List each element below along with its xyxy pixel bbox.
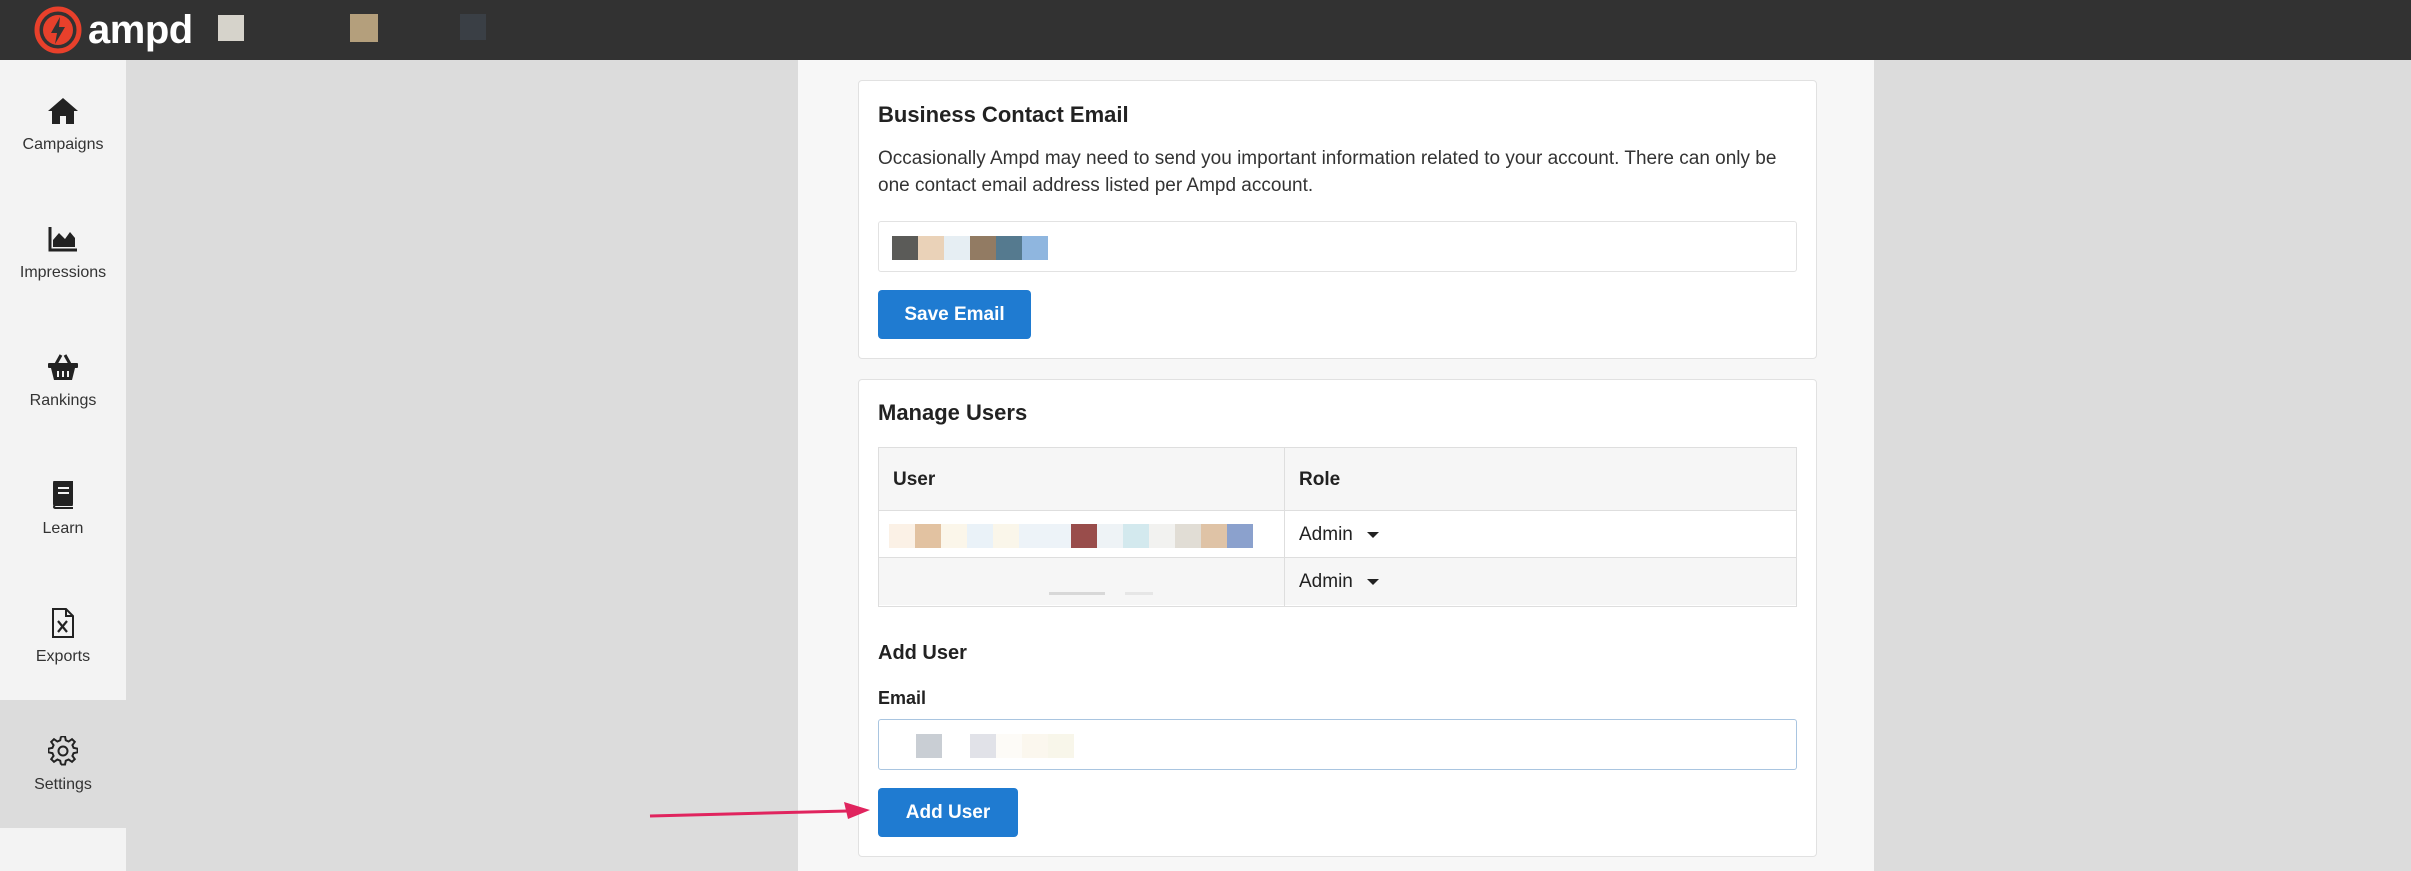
caret-down-icon [1366, 532, 1379, 538]
redacted-user-email [889, 571, 1153, 595]
sidebar: Campaigns Impressions Rankings Learn Exp… [0, 60, 126, 871]
contact-email-input[interactable] [878, 221, 1797, 272]
redacted-account-name [218, 15, 244, 41]
sidebar-item-campaigns[interactable]: Campaigns [0, 60, 126, 188]
role-value: Admin [1299, 571, 1353, 592]
add-user-email-input[interactable] [878, 719, 1797, 770]
annotation-arrow-icon [649, 802, 870, 819]
redacted-account-name [460, 14, 486, 40]
role-value: Admin [1299, 524, 1353, 545]
table-row: Admin [879, 511, 1796, 558]
users-table: User Role Admin Admin [878, 447, 1797, 607]
excel-file-icon [46, 606, 80, 640]
add-user-title: Add User [878, 642, 967, 664]
role-dropdown[interactable]: Admin [1299, 524, 1379, 546]
ampd-logo[interactable]: ampd [34, 5, 193, 55]
area-chart-icon [46, 222, 80, 256]
role-dropdown[interactable]: Admin [1299, 571, 1379, 593]
gear-icon [46, 734, 80, 768]
bolt-logo-icon [34, 6, 82, 54]
column-divider [1284, 448, 1285, 606]
manage-users-card: Manage Users User Role Admin Admin Add U… [858, 379, 1817, 857]
book-icon [46, 478, 80, 512]
card-title: Manage Users [878, 400, 1028, 425]
brand-name: ampd [88, 8, 193, 52]
basket-icon [46, 350, 80, 384]
redacted-account-name [350, 14, 378, 42]
redacted-user-email [889, 524, 1253, 548]
save-email-button[interactable]: Save Email [878, 290, 1031, 339]
add-user-button[interactable]: Add User [878, 788, 1018, 837]
email-label: Email [878, 688, 927, 708]
card-description: Occasionally Ampd may need to send you i… [878, 148, 1777, 196]
sidebar-item-exports[interactable]: Exports [0, 572, 126, 700]
business-contact-email-card: Business Contact Email Occasionally Ampd… [858, 80, 1817, 359]
table-header-row: User Role [879, 448, 1796, 511]
table-row: Admin [879, 558, 1796, 605]
sidebar-item-impressions[interactable]: Impressions [0, 188, 126, 316]
redacted-email-value [892, 236, 1048, 260]
sidebar-item-rankings[interactable]: Rankings [0, 316, 126, 444]
column-header-role: Role [1299, 469, 1341, 490]
sidebar-item-settings[interactable]: Settings [0, 700, 126, 828]
card-title: Business Contact Email [878, 102, 1129, 127]
top-bar: ampd [0, 0, 2411, 60]
column-header-user: User [893, 469, 936, 490]
sidebar-item-learn[interactable]: Learn [0, 444, 126, 572]
caret-down-icon [1366, 579, 1379, 585]
redacted-email-value [916, 734, 1074, 758]
home-icon [46, 94, 80, 128]
